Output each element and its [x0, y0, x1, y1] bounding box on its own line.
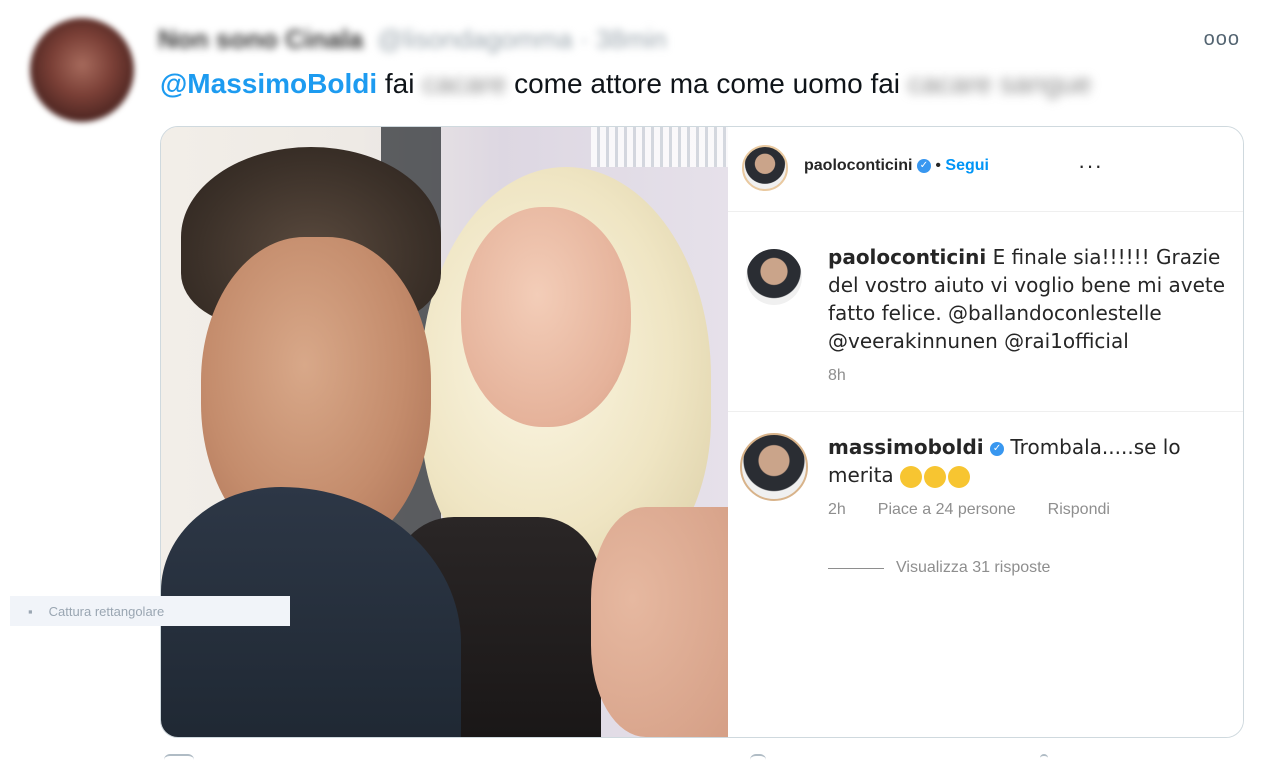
woman-arm — [591, 507, 728, 737]
ig-comment-user[interactable]: massimoboldi — [828, 435, 984, 459]
ig-more-icon[interactable]: ··· — [1078, 153, 1103, 179]
view-replies-label[interactable]: Visualizza 31 risposte — [896, 559, 1050, 577]
author-handle[interactable]: @lisondagomma · 38min — [377, 24, 666, 55]
author-avatar[interactable] — [30, 18, 134, 122]
ig-view-replies[interactable]: Visualizza 31 risposte — [828, 559, 1050, 577]
ig-header-avatar[interactable] — [742, 145, 788, 191]
ig-header: paoloconticini ✓ • Segui ··· — [728, 127, 1243, 212]
comment-verified-icon: ✓ — [990, 441, 1005, 456]
ig-caption-avatar[interactable] — [746, 249, 802, 305]
grin-emoji-icon — [948, 465, 971, 488]
ig-username[interactable]: paoloconticini — [804, 157, 912, 174]
follow-button[interactable]: Segui — [945, 157, 989, 174]
capture-overlay: ▪ Cattura rettangolare — [10, 596, 290, 626]
replies-line — [828, 567, 884, 569]
verified-badge-icon: ✓ — [916, 158, 931, 173]
tweet-header: Non sono Cinala @lisondagomma · 38min — [158, 22, 667, 56]
ceiling-lights — [591, 127, 728, 167]
mention-link[interactable]: @MassimoBoldi — [160, 68, 377, 99]
like-icon[interactable] — [750, 754, 766, 766]
instagram-panel: paoloconticini ✓ • Segui ··· paolocontic… — [728, 127, 1243, 737]
capture-label: Cattura rettangolare — [48, 603, 165, 619]
more-dots-icon[interactable]: ooo — [1204, 28, 1240, 51]
ig-comment-meta: 2h Piace a 24 persone Rispondi — [828, 501, 1110, 519]
ig-comment-avatar[interactable] — [740, 433, 808, 501]
capture-icon: ▪ — [28, 603, 33, 619]
ig-comment-time: 2h — [828, 501, 846, 518]
selfie-photo[interactable] — [161, 127, 728, 737]
grin-emoji-icon — [924, 465, 947, 488]
tweet-text-part1: fai — [384, 68, 415, 99]
ig-header-user: paoloconticini ✓ • Segui — [804, 157, 989, 175]
woman-face — [461, 207, 631, 427]
ig-comment-likes[interactable]: Piace a 24 persone — [878, 501, 1016, 519]
ig-caption-user[interactable]: paoloconticini — [828, 245, 986, 269]
censored-word-2: cacare sangue — [907, 68, 1092, 99]
wink-kiss-emoji-icon — [900, 465, 923, 488]
ig-caption: paoloconticini E finale sia!!!!!! Grazie… — [828, 243, 1238, 355]
reply-icon[interactable] — [164, 754, 194, 766]
tweet-text: @MassimoBoldi fai cacare come attore ma … — [160, 64, 1092, 104]
ig-reply-button[interactable]: Rispondi — [1048, 501, 1110, 519]
ig-divider — [728, 411, 1243, 412]
tweet: Non sono Cinala @lisondagomma · 38min oo… — [0, 0, 1280, 764]
media-card[interactable]: paoloconticini ✓ • Segui ··· paolocontic… — [160, 126, 1244, 738]
share-icon[interactable] — [1040, 754, 1048, 766]
tweet-text-part2: come attore ma come uomo fai — [514, 68, 901, 99]
tweet-actions-row — [160, 754, 1160, 764]
ig-caption-time: 8h — [828, 367, 846, 384]
author-name[interactable]: Non sono Cinala — [158, 24, 363, 55]
ig-comment: massimoboldi ✓ Trombala.....se lo merita — [828, 433, 1238, 489]
ig-separator-dot: • — [935, 157, 941, 174]
censored-word-1: cacare — [422, 68, 507, 99]
